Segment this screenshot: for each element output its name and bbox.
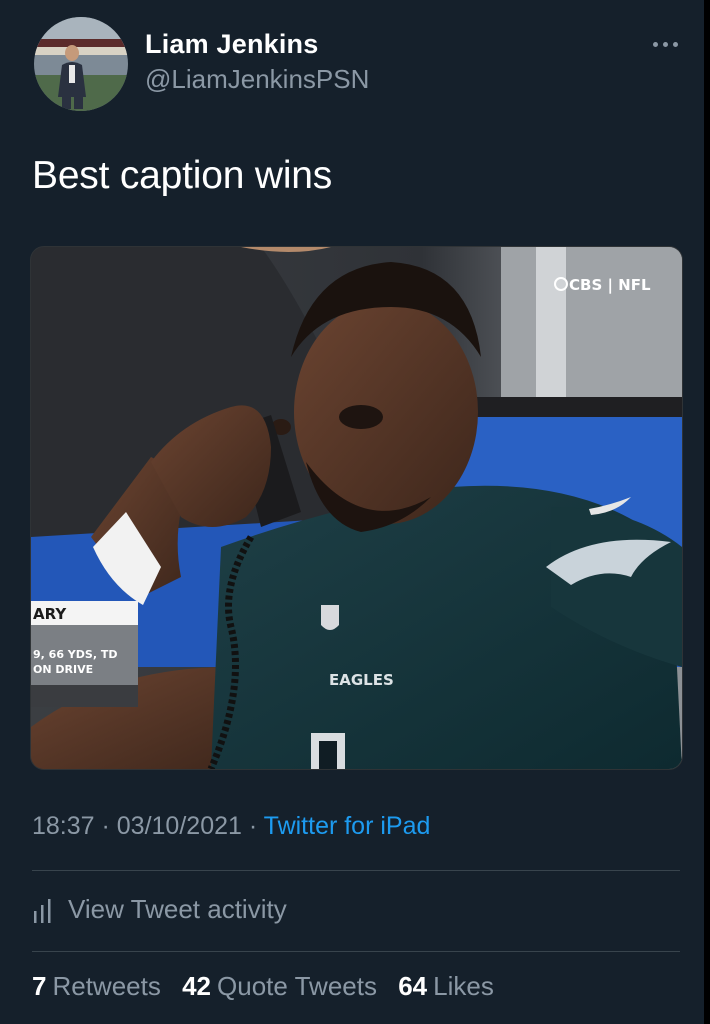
view-tweet-activity-button[interactable]: View Tweet activity (32, 889, 287, 929)
broadcast-logo-text: CBS | NFL (569, 276, 651, 295)
tweet-text: Best caption wins (32, 154, 333, 197)
quote-tweets-count: 42 (182, 971, 212, 1001)
bar-chart-icon (34, 899, 51, 923)
divider (32, 870, 680, 871)
lower-third-line2: ON DRIVE (33, 663, 93, 676)
tweet-detail-page: Liam Jenkins @LiamJenkinsPSN Best captio… (0, 0, 710, 1024)
retweets-count: 7 (32, 971, 47, 1001)
more-dot (672, 41, 678, 47)
lower-third-line1: 9, 66 YDS, TD (33, 648, 117, 661)
divider (32, 951, 680, 952)
quote-tweets-stat[interactable]: 42 Quote Tweets (182, 971, 377, 1001)
tweet-timestamp-row: 18:37 · 03/10/2021 · Twitter for iPad (32, 812, 430, 841)
retweets-stat[interactable]: 7 Retweets (32, 971, 161, 1001)
quote-tweets-label: Quote Tweets (217, 971, 377, 1001)
more-dot (652, 41, 658, 47)
photo-illustration: EAGLES ARY 9, 66 YDS, TD ON DRIVE CBS | … (31, 247, 682, 769)
more-dot (662, 41, 668, 47)
likes-stat[interactable]: 64 Likes (398, 971, 494, 1001)
likes-count: 64 (398, 971, 428, 1001)
avatar-photo (34, 17, 128, 111)
view-tweet-activity-label: View Tweet activity (68, 893, 287, 924)
tweet-timestamp: 18:37 · 03/10/2021 · (32, 812, 264, 840)
author-display-name[interactable]: Liam Jenkins (145, 29, 318, 60)
retweets-label: Retweets (52, 971, 161, 1001)
lower-third-title: ARY (33, 605, 67, 623)
screen-edge (704, 0, 710, 1024)
more-icon[interactable] (640, 28, 690, 60)
tweet-source-link[interactable]: Twitter for iPad (264, 812, 431, 840)
jersey-chest-text: EAGLES (329, 671, 394, 689)
tweet-media-photo[interactable]: EAGLES ARY 9, 66 YDS, TD ON DRIVE CBS | … (30, 246, 683, 770)
likes-label: Likes (433, 971, 494, 1001)
author-handle[interactable]: @LiamJenkinsPSN (145, 64, 369, 95)
author-avatar[interactable] (34, 17, 128, 111)
tweet-stats-row: 7 Retweets 42 Quote Tweets 64 Likes (32, 971, 508, 1002)
